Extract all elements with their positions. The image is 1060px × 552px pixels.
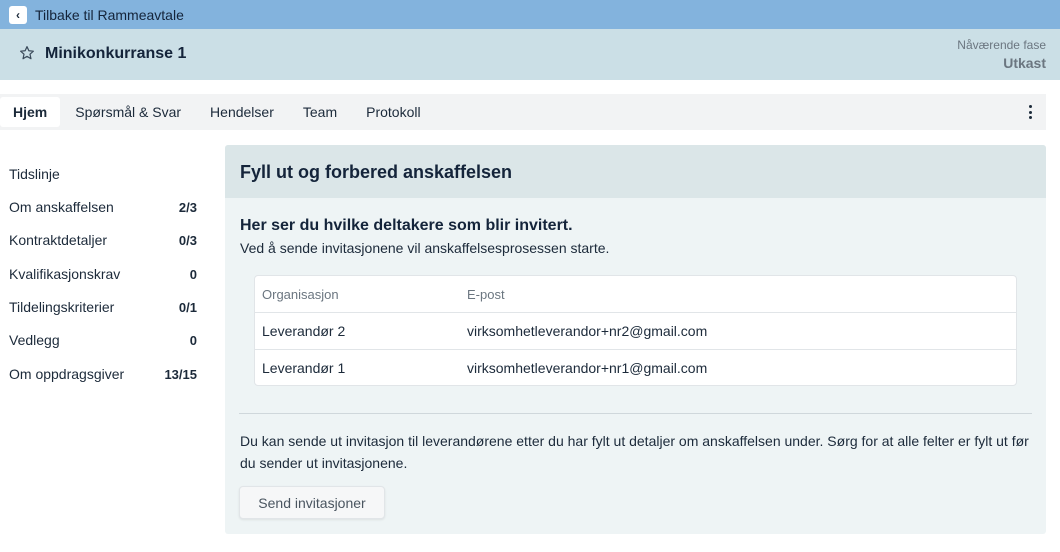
- phase-value: Utkast: [1003, 55, 1046, 71]
- divider: [239, 413, 1032, 414]
- section-description: Ved å sende invitasjonene vil anskaffels…: [240, 240, 610, 256]
- sidebar-item-vedlegg[interactable]: Vedlegg 0: [9, 330, 197, 350]
- sidebar-item-kontraktdetaljer[interactable]: Kontraktdetaljer 0/3: [9, 230, 197, 250]
- top-bar: ‹ Tilbake til Rammeavtale: [0, 0, 1060, 29]
- sidebar-item-label: Vedlegg: [9, 332, 60, 348]
- star-icon[interactable]: [18, 44, 36, 62]
- table-row: Leverandør 2 virksomhetleverandor+nr2@gm…: [255, 312, 1016, 349]
- sidebar-item-count: 0: [189, 332, 197, 348]
- column-header-epost: E-post: [467, 287, 505, 302]
- info-text: Du kan sende ut invitasjon til leverandø…: [240, 433, 1029, 471]
- main-panel: Fyll ut og forbered anskaffelsen Her ser…: [225, 145, 1046, 534]
- panel-header: Fyll ut og forbered anskaffelsen: [225, 145, 1046, 198]
- sidebar-item-label: Om oppdragsgiver: [9, 366, 125, 382]
- sidebar-item-tidslinje[interactable]: Tidslinje: [9, 164, 197, 184]
- sidebar-item-label: Tidslinje: [9, 166, 60, 182]
- table-header: Organisasjon E-post: [255, 276, 1016, 313]
- sidebar-item-tildelingskriterier[interactable]: Tildelingskriterier 0/1: [9, 297, 197, 317]
- organisation-cell: Leverandør 2: [262, 323, 346, 339]
- tab-protokoll[interactable]: Protokoll: [352, 97, 434, 127]
- back-link[interactable]: Tilbake til Rammeavtale: [35, 7, 184, 23]
- sidebar-item-om-oppdragsgiver[interactable]: Om oppdragsgiver 13/15: [9, 364, 197, 384]
- sidebar-item-label: Kontraktdetaljer: [9, 232, 108, 248]
- sidebar-item-kvalifikasjonskrav[interactable]: Kvalifikasjonskrav 0: [9, 264, 197, 284]
- sidebar-item-label: Tildelingskriterier: [9, 299, 115, 315]
- tab-hendelser[interactable]: Hendelser: [196, 97, 288, 127]
- tab-team[interactable]: Team: [289, 97, 351, 127]
- tab-sporsmal-svar[interactable]: Spørsmål & Svar: [61, 97, 195, 127]
- sidebar-item-count: 2/3: [178, 199, 197, 215]
- tab-bar: Hjem Spørsmål & Svar Hendelser Team Prot…: [0, 94, 1046, 130]
- section-heading: Her ser du hvilke deltakere som blir inv…: [240, 217, 573, 234]
- participants-table: Organisasjon E-post Leverandør 2 virksom…: [254, 275, 1017, 386]
- organisation-cell: Leverandør 1: [262, 360, 346, 376]
- panel-title: Fyll ut og forbered anskaffelsen: [240, 162, 513, 182]
- more-vertical-icon[interactable]: [1026, 103, 1034, 121]
- page-title: Minikonkurranse 1: [45, 45, 187, 62]
- sidebar-item-count: 13/15: [164, 366, 197, 382]
- sidebar-item-count: 0: [189, 266, 197, 282]
- chevron-left-icon[interactable]: ‹: [9, 5, 27, 24]
- sidebar-item-count: 0/1: [178, 299, 197, 315]
- phase-label: Nåværende fase: [957, 38, 1046, 52]
- sidebar-item-label: Kvalifikasjonskrav: [9, 266, 121, 282]
- send-invitations-button[interactable]: Send invitasjoner: [239, 486, 385, 519]
- column-header-organisasjon: Organisasjon: [262, 287, 339, 302]
- table-row: Leverandør 1 virksomhetleverandor+nr1@gm…: [255, 349, 1016, 386]
- tab-hjem[interactable]: Hjem: [0, 97, 61, 127]
- email-cell: virksomhetleverandor+nr2@gmail.com: [467, 323, 708, 339]
- sidebar-item-count: 0/3: [178, 232, 197, 248]
- email-cell: virksomhetleverandor+nr1@gmail.com: [467, 360, 708, 376]
- page-header: Minikonkurranse 1 Nåværende fase Utkast: [0, 29, 1060, 80]
- sidebar-item-om-anskaffelsen[interactable]: Om anskaffelsen 2/3: [9, 197, 197, 217]
- sidebar-item-label: Om anskaffelsen: [9, 199, 114, 215]
